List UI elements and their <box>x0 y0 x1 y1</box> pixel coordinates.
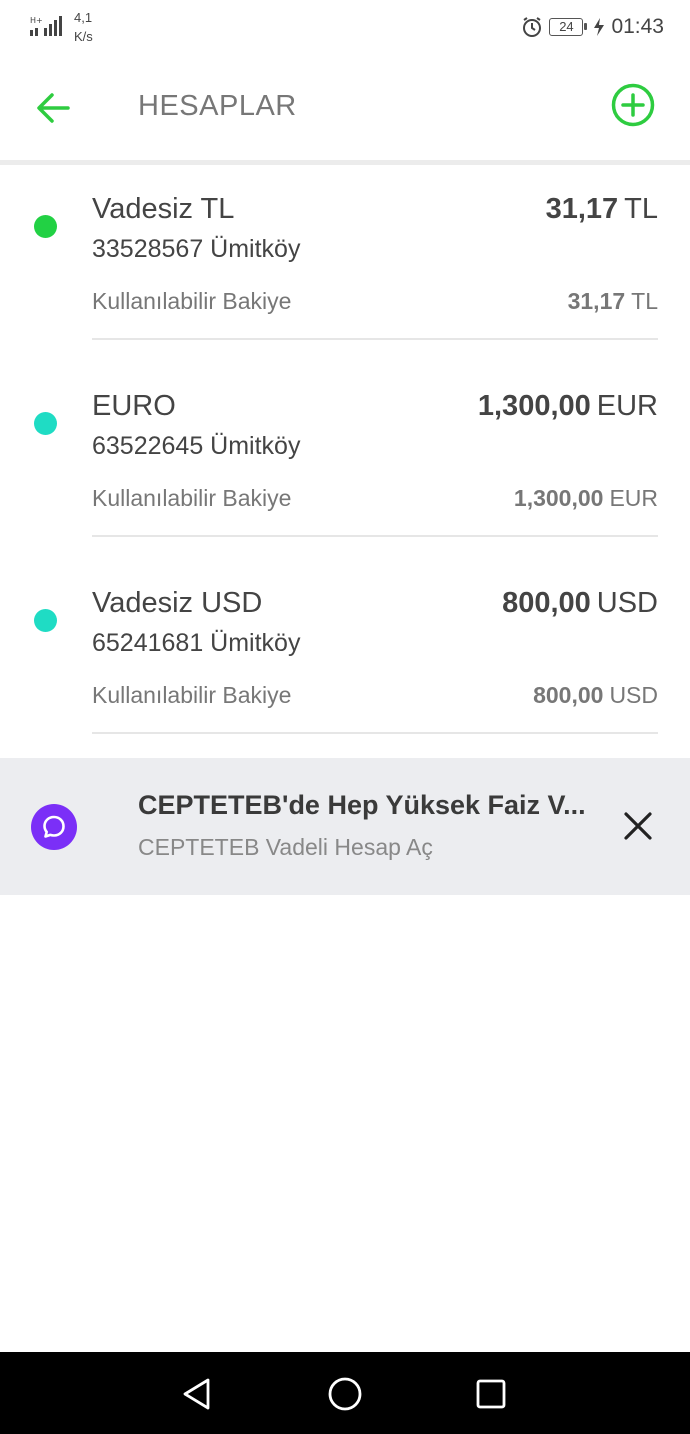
account-status-dot <box>34 609 57 632</box>
account-divider <box>92 338 658 340</box>
account-item[interactable]: EURO 1,300,00 EUR 63522645 Ümitköy Kullan… <box>0 362 690 559</box>
svg-text:H+: H+ <box>30 16 43 25</box>
charging-icon <box>594 18 605 36</box>
account-status-dot <box>34 412 57 435</box>
available-balance: 800,00 USD <box>533 682 658 709</box>
available-balance-value: 31,17 <box>567 288 626 314</box>
promo-subtitle: CEPTETEB Vadeli Hesap Aç <box>138 834 433 860</box>
available-balance: 31,17 TL <box>568 288 658 315</box>
account-divider <box>92 732 658 734</box>
account-balance-value: 1,300,00 <box>477 390 591 422</box>
account-item[interactable]: Vadesiz USD 800,00 USD 65241681 Ümitköy K… <box>0 559 690 756</box>
nav-home-circle-icon[interactable] <box>325 1374 365 1414</box>
available-balance-label: Kullanılabilir Bakiye <box>92 288 292 314</box>
available-balance-currency: EUR <box>609 485 658 511</box>
nav-back-triangle-icon[interactable] <box>177 1374 217 1414</box>
available-balance-currency: TL <box>631 288 658 314</box>
app-header: HESAPLAR <box>0 56 690 160</box>
available-balance-label: Kullanılabilir Bakiye <box>92 682 292 708</box>
status-bar: H+ 4,1 K/s 24 01:43 <box>0 0 690 56</box>
page-title: HESAPLAR <box>138 90 297 122</box>
account-branch: 65241681 Ümitköy <box>92 629 301 657</box>
clock: 01:43 <box>611 15 664 38</box>
account-balance-currency: EUR <box>596 390 658 422</box>
nav-recents-square-icon[interactable] <box>471 1374 511 1414</box>
chat-bubble-icon <box>31 804 77 850</box>
available-balance-value: 800,00 <box>533 682 604 708</box>
account-branch: 33528567 Ümitköy <box>92 235 301 263</box>
account-divider <box>92 535 658 537</box>
alarm-icon <box>523 17 542 37</box>
network-speed: 4,1 K/s <box>74 8 93 46</box>
battery-indicator: 24 <box>549 18 588 36</box>
account-balance-currency: TL <box>624 193 658 225</box>
account-item[interactable]: Vadesiz TL 31,17 TL 33528567 Ümitköy Kull… <box>0 165 690 362</box>
account-balance: 1,300,00 EUR <box>478 390 658 423</box>
account-name: Vadesiz USD <box>92 587 263 619</box>
account-name: EURO <box>92 390 176 422</box>
account-balance: 31,17 TL <box>546 193 658 226</box>
account-name: Vadesiz TL <box>92 193 235 225</box>
available-balance-value: 1,300,00 <box>513 485 604 511</box>
account-balance-value: 800,00 <box>502 587 591 619</box>
account-balance-value: 31,17 <box>545 193 619 225</box>
account-list: Vadesiz TL 31,17 TL 33528567 Ümitköy Kull… <box>0 165 690 756</box>
promo-title: CEPTETEB'de Hep Yüksek Faiz V... <box>138 790 586 820</box>
account-balance-currency: USD <box>596 587 658 619</box>
promo-banner[interactable]: CEPTETEB'de Hep Yüksek Faiz V... CEPTETE… <box>0 758 690 895</box>
signal-icon: H+ <box>30 16 62 36</box>
system-nav-bar <box>0 1352 690 1434</box>
available-balance-currency: USD <box>609 682 658 708</box>
add-account-icon[interactable] <box>610 82 656 128</box>
close-icon[interactable] <box>622 810 654 842</box>
back-arrow-icon[interactable] <box>30 86 78 130</box>
available-balance: 1,300,00 EUR <box>514 485 658 512</box>
status-right: 24 01:43 <box>521 14 664 40</box>
available-balance-label: Kullanılabilir Bakiye <box>92 485 292 511</box>
account-branch: 63522645 Ümitköy <box>92 432 301 460</box>
network-speed-unit: K/s <box>74 29 93 44</box>
network-speed-value: 4,1 <box>74 10 93 25</box>
account-balance: 800,00 USD <box>502 587 658 620</box>
account-status-dot <box>34 215 57 238</box>
